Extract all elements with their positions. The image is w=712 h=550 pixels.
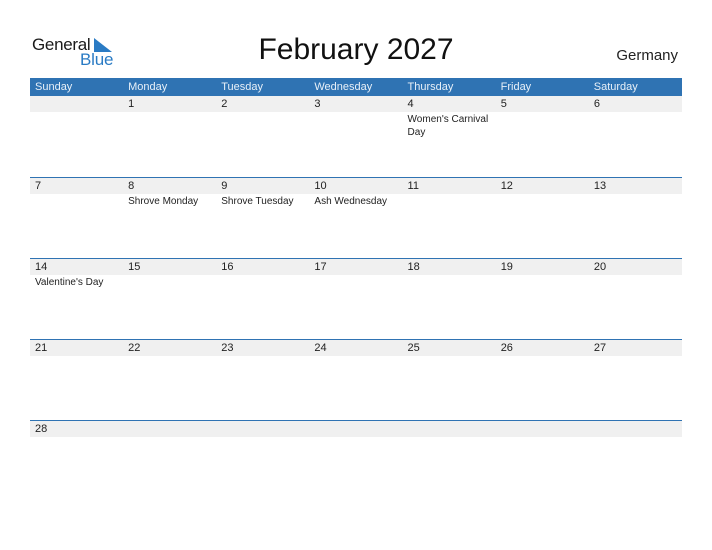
day-cell[interactable]: 23 [216,340,309,420]
day-cell[interactable]: 21 [30,340,123,420]
holiday-event: Women's Carnival Day [407,114,489,138]
day-cell[interactable] [216,421,309,501]
day-number: 12 [500,180,513,192]
day-cell[interactable] [123,421,216,501]
day-number: 8 [128,180,135,192]
day-cell[interactable]: 22 [123,340,216,420]
day-cell[interactable]: 8 Shrove Monday [123,178,216,258]
day-number: 14 [35,261,48,273]
day-cell[interactable]: 25 [403,340,496,420]
day-number: 20 [593,261,607,273]
day-number: 22 [128,342,141,354]
day-cell[interactable]: 24 [309,340,402,420]
weekday-header: Monday [128,81,168,93]
day-number: 6 [593,98,600,110]
weekday-header: Tuesday [221,81,264,93]
day-cell[interactable]: 26 [496,340,589,420]
day-cell[interactable]: 28 [30,421,123,501]
day-number: 7 [35,180,42,192]
day-number: 25 [407,342,420,354]
day-number: 9 [221,180,228,192]
holiday-event: Shrove Tuesday [221,196,294,207]
day-number: 21 [35,342,48,354]
week-row: 14 Valentine's Day 15 16 17 18 19 20 [30,258,682,339]
day-cell[interactable]: 14 Valentine's Day [30,259,123,339]
day-number: 10 [314,180,327,192]
day-cell[interactable]: 13 [589,178,682,258]
day-cell[interactable]: 27 [589,340,682,420]
holiday-event: Ash Wednesday [314,196,388,207]
country-label: Germany [616,47,678,64]
day-cell[interactable]: 5 [496,96,589,177]
day-number: 11 [407,180,419,192]
day-cell[interactable]: 7 [30,178,123,258]
day-number: 15 [128,261,141,273]
day-number: 27 [593,342,607,354]
holiday-event: Valentine's Day [35,277,104,288]
day-number: 17 [314,261,327,273]
week-row: 21 22 23 24 25 26 27 [30,339,682,420]
day-cell[interactable] [403,421,496,501]
weekday-header: Wednesday [314,81,373,93]
day-cell[interactable]: 16 [216,259,309,339]
day-number: 13 [593,180,607,192]
calendar-grid: Sunday Monday Tuesday Wednesday Thursday… [30,78,682,501]
day-cell[interactable]: 3 [309,96,402,177]
day-number: 23 [221,342,234,354]
calendar-title: February 2027 [258,33,454,66]
day-cell[interactable]: 20 [589,259,682,339]
week-row: 7 8 Shrove Monday 9 Shrove Tuesday 10 Ash Wedn… [30,177,682,258]
day-number: 16 [221,261,234,273]
day-cell[interactable]: 11 [403,178,496,258]
day-cell[interactable]: 10 Ash Wednesday [309,178,402,258]
day-cell[interactable]: 2 [216,96,309,177]
day-number: 24 [314,342,327,354]
day-cell[interactable] [589,421,682,501]
weekday-header: Thursday [407,81,454,93]
day-cell[interactable]: 4 Women's Carnival Day [403,96,496,177]
day-number: 5 [500,98,507,110]
day-cell[interactable]: 12 [496,178,589,258]
weekday-header-row: Sunday Monday Tuesday Wednesday Thursday… [30,78,682,96]
day-number: 26 [500,342,513,354]
day-number: 18 [407,261,420,273]
day-number: 19 [500,261,513,273]
day-number: 1 [128,98,135,110]
weekday-header: Saturday [593,81,638,93]
day-cell[interactable]: 6 [589,96,682,177]
day-number: 28 [35,423,48,435]
day-cell[interactable] [496,421,589,501]
week-row: 28 [30,420,682,501]
week-row: 1 2 3 4 Women's Carnival Day 5 6 [30,96,682,177]
holiday-event: Shrove Monday [128,196,199,207]
weekday-header: Friday [500,81,532,93]
day-cell[interactable] [309,421,402,501]
day-cell[interactable]: 19 [496,259,589,339]
day-cell[interactable]: 9 Shrove Tuesday [216,178,309,258]
day-number: 2 [221,98,228,110]
day-cell[interactable]: 17 [309,259,402,339]
day-cell[interactable] [30,96,123,177]
day-cell[interactable]: 1 [123,96,216,177]
day-number: 3 [314,98,321,110]
weekday-header: Sunday [35,81,73,93]
day-number: 4 [407,98,414,110]
day-cell[interactable]: 18 [403,259,496,339]
day-cell[interactable]: 15 [123,259,216,339]
